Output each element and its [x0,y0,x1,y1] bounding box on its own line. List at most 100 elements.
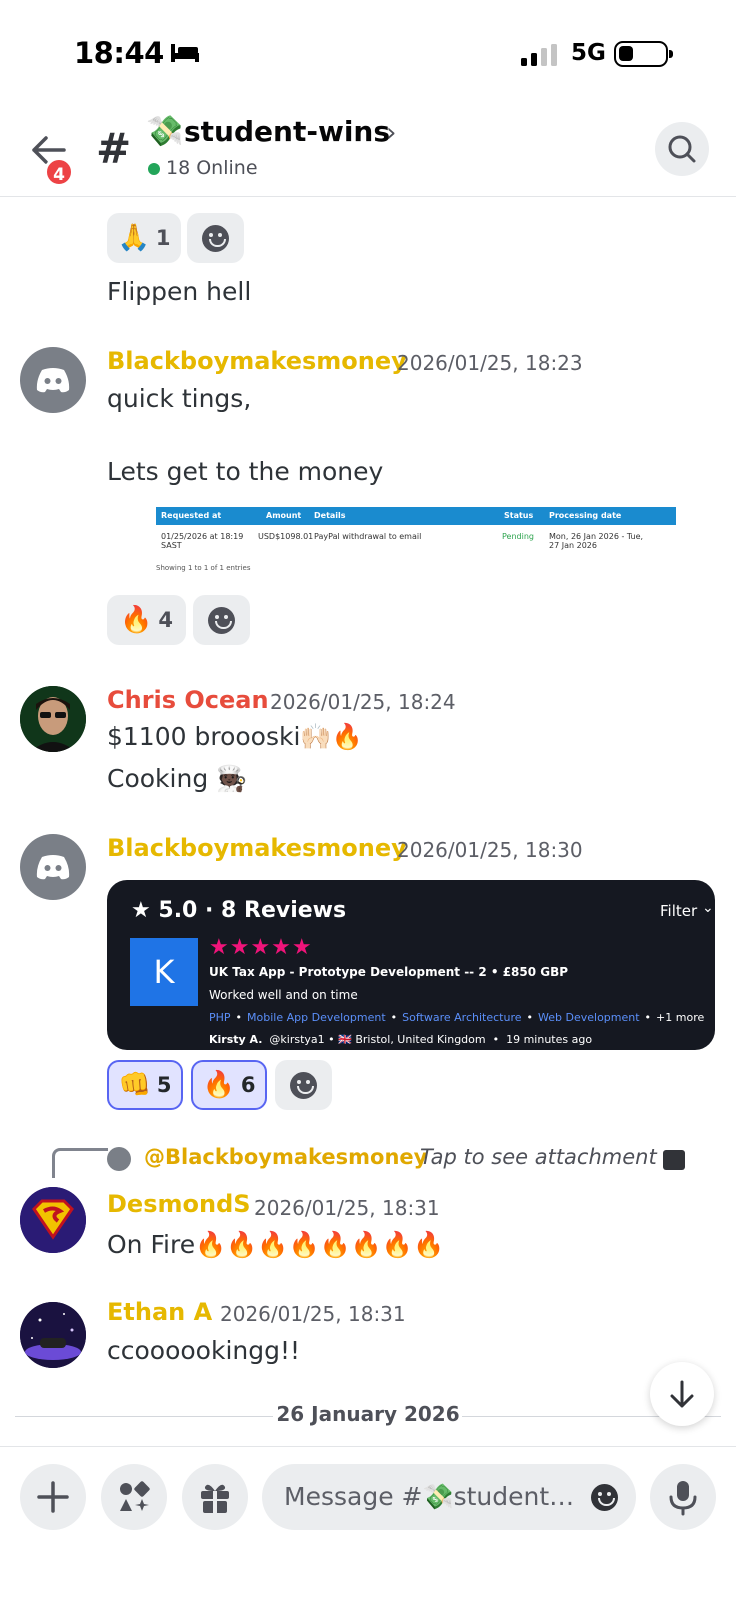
review-card-attachment[interactable]: ★ 5.0 · 8 Reviews Filter ⌄ K ★★★★★ UK Ta… [107,880,715,1050]
channel-emoji: 💸 [146,114,184,149]
unread-badge: 4 [44,157,74,187]
discord-logo-icon [36,368,70,393]
reply-preview[interactable]: Tap to see attachment [420,1145,657,1169]
online-count: 18 Online [166,157,258,179]
message-placeholder: Message #💸student-wins [284,1482,576,1511]
reaction-count: 5 [156,1073,172,1097]
chevron-down-icon: ⌄ [702,900,714,916]
review-author: Kirsty A. @kirstya1 • 🇬🇧 Bristol, United… [209,1033,593,1046]
arrow-down-icon [670,1380,694,1408]
table-cell: 01/25/2026 at 18:19 SAST [161,532,244,550]
timestamp: 2026/01/25, 18:31 [254,1196,440,1220]
payout-screenshot-attachment[interactable]: Requested at Amount Details Status Proce… [152,494,682,574]
username[interactable]: Ethan A [107,1298,212,1326]
chevron-right-icon[interactable]: › [386,118,396,148]
message-text: Flippen hell [107,277,252,306]
table-cell: Pending [502,532,534,541]
reaction-pray[interactable]: 🙏 1 [107,213,181,263]
review-age: 19 minutes ago [506,1033,593,1046]
author-handle: @kirstya1 [269,1033,325,1046]
search-icon [668,135,696,163]
table-cell: USD$1098.01 [258,532,314,541]
reaction-fire[interactable]: 🔥 4 [107,595,186,645]
message-text: Cooking 🧑🏿‍🍳 [107,764,248,793]
reaction-fire[interactable]: 🔥 6 [191,1060,267,1110]
voice-button[interactable] [650,1464,716,1530]
skill-tag: Software Architecture [402,1011,522,1024]
image-icon [663,1150,685,1170]
table-footer: Showing 1 to 1 of 1 entries [156,564,251,572]
reaction-emoji: 🔥 [120,605,153,635]
column-header: Processing date [549,511,622,520]
author-location: Bristol, United Kingdom [355,1033,486,1046]
author-name: Kirsty A. [209,1033,263,1046]
avatar[interactable] [20,347,86,413]
avatar[interactable] [20,686,86,752]
job-title: UK Tax App - Prototype Development -- 2 … [209,965,569,979]
reaction-emoji: 🙏 [117,223,150,253]
bed-icon [171,44,199,62]
hash-icon: # [96,124,132,173]
date-divider: 26 January 2026 [276,1402,460,1426]
username[interactable]: Blackboymakesmoney [107,834,407,862]
microphone-icon [669,1481,697,1516]
skill-tag: Web Development [538,1011,640,1024]
online-dot-icon [148,163,160,175]
reaction-count: 4 [158,608,173,632]
flag-icon: 🇬🇧 [338,1033,352,1046]
avatar[interactable] [20,1302,86,1368]
apps-icon [120,1481,150,1511]
timestamp: 2026/01/25, 18:23 [397,351,583,375]
signal-icon [521,44,557,66]
attach-button[interactable] [20,1464,86,1530]
avatar[interactable] [20,1187,86,1253]
network-type: 5G [571,40,606,66]
username[interactable]: Blackboymakesmoney [107,347,407,375]
reaction-count: 6 [240,1073,256,1097]
add-reaction-button[interactable] [187,213,244,263]
table-header: Requested at Amount Details Status Proce… [156,507,676,525]
skill-tags: PHP • Mobile App Development • Software Arch… [209,1011,705,1024]
channel-name[interactable]: student-wins [184,115,390,148]
skill-tag: PHP [209,1011,231,1024]
timestamp: 2026/01/25, 18:31 [220,1302,406,1326]
reaction-punch[interactable]: 👊 5 [107,1060,183,1110]
timestamp: 2026/01/25, 18:24 [270,690,456,714]
battery-icon [614,41,673,67]
plus-icon [37,1481,69,1513]
emoji-picker-button[interactable] [576,1472,633,1522]
timestamp: 2026/01/25, 18:30 [397,838,583,862]
message-text: On Fire🔥🔥🔥🔥🔥🔥🔥🔥 [107,1230,445,1259]
smile-icon [208,607,235,634]
review-comment: Worked well and on time [209,988,358,1002]
more-tags: +1 more [656,1011,705,1024]
jump-to-bottom-button[interactable] [650,1362,714,1426]
message-text: Lets get to the money [107,457,384,486]
column-header: Amount [266,511,302,520]
table-row: 01/25/2026 at 18:19 SAST USD$1098.01 Pay… [156,528,676,558]
apps-button[interactable] [101,1464,167,1530]
user-photo-icon [20,686,86,752]
username[interactable]: Chris Ocean [107,686,269,714]
reply-mention[interactable]: @Blackboymakesmoney [144,1145,427,1169]
filter-button: Filter [660,902,698,920]
avatar[interactable] [20,834,86,900]
add-reaction-button[interactable] [193,595,250,645]
smile-icon [591,1484,618,1511]
star-rating-icon: ★★★★★ [209,935,313,960]
column-header: Details [314,511,346,520]
smile-icon [202,225,229,252]
username[interactable]: DesmondS [107,1190,251,1218]
gift-button[interactable] [182,1464,248,1530]
reply-connector [52,1148,108,1178]
reaction-emoji: 👊 [118,1070,151,1100]
message-input[interactable]: Message #💸student-wins [262,1464,636,1530]
table-cell: Mon, 26 Jan 2026 - Tue, 27 Jan 2026 [549,532,644,550]
reaction-emoji: 🔥 [202,1070,235,1100]
table-cell: PayPal withdrawal to email [314,532,422,541]
add-reaction-button[interactable] [275,1060,332,1110]
superman-logo-icon [20,1187,86,1253]
message-text: ccoooookingg!! [107,1336,301,1365]
column-header: Status [504,511,534,520]
search-button[interactable] [655,122,709,176]
